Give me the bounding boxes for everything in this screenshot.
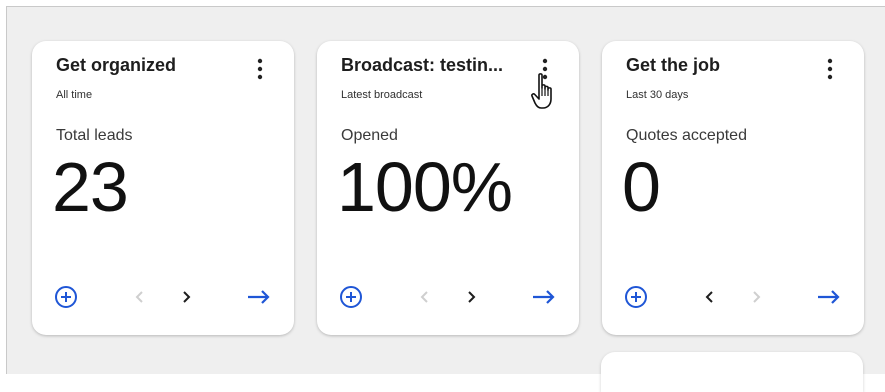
chevron-left-icon[interactable]	[133, 287, 147, 312]
card-get-the-job: Get the job Last 30 days Quotes accepted…	[602, 41, 864, 335]
dashboard-panel: Get organized All time Total leads 23 Br…	[6, 6, 885, 374]
card-title: Broadcast: testin...	[341, 55, 504, 75]
chevron-right-icon[interactable]	[464, 287, 478, 312]
arrow-right-icon[interactable]	[816, 287, 842, 312]
metric-value: 100%	[337, 148, 513, 226]
card-partial	[601, 352, 863, 392]
metric-label: Quotes accepted	[626, 127, 747, 144]
chevron-left-icon[interactable]	[418, 287, 432, 312]
metric-label: Total leads	[56, 127, 133, 144]
arrow-right-icon[interactable]	[246, 287, 272, 312]
chevron-right-icon[interactable]	[179, 287, 193, 312]
card-footer	[602, 283, 864, 313]
card-title: Get organized	[56, 55, 177, 75]
metric-value: 23	[52, 148, 129, 226]
card-subtitle: Last 30 days	[626, 89, 689, 101]
chevron-left-icon[interactable]	[703, 287, 717, 312]
kebab-menu-icon[interactable]	[537, 57, 553, 83]
card-get-organized: Get organized All time Total leads 23	[32, 41, 294, 335]
card-subtitle: All time	[56, 89, 93, 101]
card-footer	[317, 283, 579, 313]
card-title: Get the job	[626, 55, 720, 75]
card-subtitle: Latest broadcast	[341, 89, 423, 101]
chevron-right-icon[interactable]	[749, 287, 763, 312]
card-footer	[32, 283, 294, 313]
card-broadcast: Broadcast: testin... Latest broadcast Op…	[317, 41, 579, 335]
add-circle-icon[interactable]	[54, 285, 78, 314]
metric-label: Opened	[341, 127, 398, 144]
add-circle-icon[interactable]	[339, 285, 363, 314]
arrow-right-icon[interactable]	[531, 287, 557, 312]
kebab-menu-icon[interactable]	[822, 57, 838, 83]
add-circle-icon[interactable]	[624, 285, 648, 314]
kebab-menu-icon[interactable]	[252, 57, 268, 83]
metric-value: 0	[622, 148, 661, 226]
